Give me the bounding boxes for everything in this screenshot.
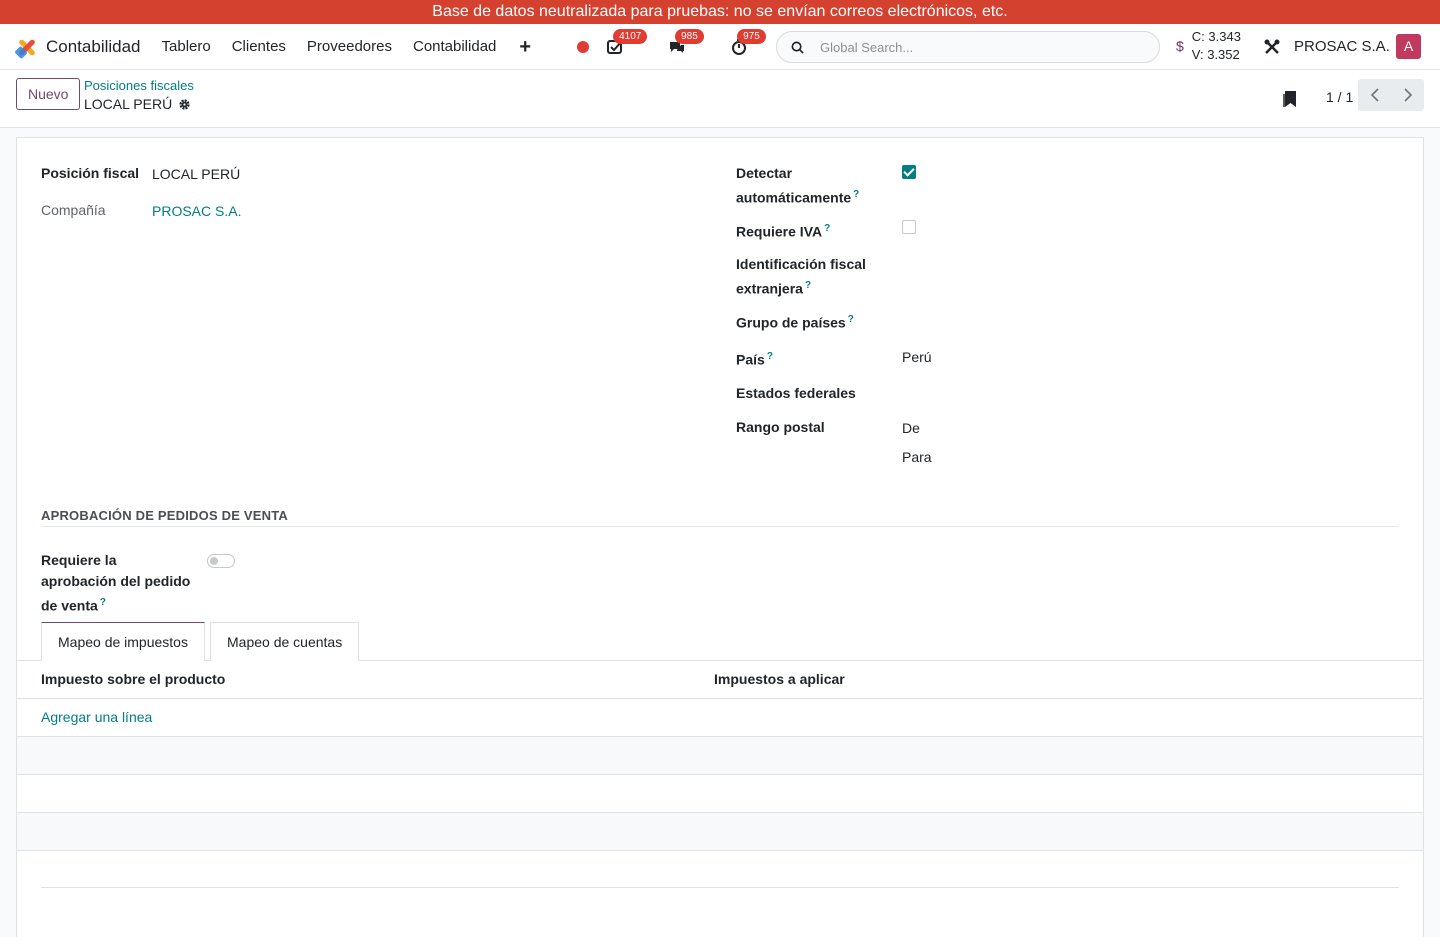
chevron-right-icon — [1403, 88, 1412, 102]
table-row — [17, 737, 1423, 775]
pager-previous-button[interactable] — [1358, 79, 1391, 111]
column-header-tax-to-apply[interactable]: Impuestos a aplicar — [714, 671, 845, 687]
vat-required-label: Requiere IVA? — [736, 223, 831, 240]
federal-states-label: Estados federales — [736, 385, 856, 401]
debug-tools-icon[interactable] — [1264, 39, 1280, 55]
notebook-tabs: Mapeo de impuestos Mapeo de cuentas — [17, 622, 1423, 661]
menu-proveedores[interactable]: Proveedores — [307, 38, 392, 55]
pager-next-button[interactable] — [1391, 79, 1424, 111]
country-group-label: Grupo de países? — [736, 314, 854, 331]
form-sheet: Posición fiscal LOCAL PERÚ Compañía PROS… — [16, 137, 1424, 937]
breadcrumb-current: LOCAL PERÚ — [84, 96, 191, 112]
top-navbar: Contabilidad Tablero Clientes Proveedore… — [0, 24, 1440, 70]
notes-divider — [41, 887, 1399, 888]
company-label: Compañía — [41, 202, 106, 218]
column-header-product-tax[interactable]: Impuesto sobre el producto — [41, 671, 225, 687]
neutralized-db-banner: Base de datos neutralizada para pruebas:… — [0, 0, 1440, 24]
tab-tax-mapping[interactable]: Mapeo de impuestos — [41, 622, 205, 661]
tab-account-mapping[interactable]: Mapeo de cuentas — [210, 622, 360, 661]
section-title-so-approval: APROBACIÓN DE PEDIDOS DE VENTA — [41, 508, 289, 523]
zip-range-label: Rango postal — [736, 419, 825, 435]
table-row — [17, 813, 1423, 851]
user-avatar[interactable]: A — [1396, 34, 1421, 59]
menu-contabilidad[interactable]: Contabilidad — [413, 38, 496, 55]
country-value[interactable]: Perú — [902, 347, 932, 368]
breadcrumb-current-label: LOCAL PERÚ — [84, 96, 173, 112]
help-tooltip-icon[interactable]: ? — [853, 189, 859, 200]
vat-required-checkbox[interactable] — [902, 220, 916, 234]
chevron-left-icon — [1370, 88, 1379, 102]
rate-venta: V: 3.352 — [1191, 47, 1240, 62]
rate-compra: C: 3.343 — [1191, 29, 1241, 44]
record-dot-icon[interactable] — [577, 40, 590, 53]
company-value-link[interactable]: PROSAC S.A. — [152, 201, 241, 222]
app-logo-icon[interactable] — [14, 37, 36, 59]
table-header: Impuesto sobre el producto Impuestos a a… — [17, 661, 1423, 699]
breadcrumb-parent[interactable]: Posiciones fiscales — [84, 78, 194, 93]
so-approval-label: Requiere la aprobación del pedido de ven… — [41, 552, 191, 614]
menu-clientes[interactable]: Clientes — [232, 38, 286, 55]
bookmark-icon[interactable] — [1283, 90, 1298, 108]
fiscal-position-value[interactable]: LOCAL PERÚ — [152, 164, 240, 185]
currency-rates[interactable]: $ C: 3.343 V: 3.352 — [1176, 28, 1241, 64]
zip-from-field[interactable]: De — [902, 418, 920, 439]
app-name[interactable]: Contabilidad — [46, 37, 141, 57]
dollar-icon: $ — [1176, 38, 1184, 54]
help-tooltip-icon[interactable]: ? — [767, 351, 773, 362]
country-label: País? — [736, 351, 773, 368]
messages-count-badge: 985 — [675, 28, 704, 44]
global-search[interactable] — [776, 31, 1160, 63]
timer-count-badge: 975 — [737, 28, 766, 44]
activities-icon[interactable]: 4107 — [605, 28, 648, 57]
help-tooltip-icon[interactable]: ? — [100, 597, 106, 608]
auto-detect-label: Detectar automáticamente? — [736, 165, 860, 206]
timer-icon[interactable]: 975 — [729, 28, 766, 57]
help-tooltip-icon[interactable]: ? — [824, 223, 830, 234]
messages-icon[interactable]: 985 — [667, 28, 704, 57]
fiscal-position-label: Posición fiscal — [41, 165, 140, 181]
company-switcher[interactable]: PROSAC S.A. — [1294, 38, 1390, 55]
gear-icon[interactable] — [178, 98, 191, 111]
help-tooltip-icon[interactable]: ? — [805, 280, 811, 291]
new-button[interactable]: Nuevo — [16, 78, 81, 110]
section-divider — [41, 526, 1399, 527]
search-icon — [791, 41, 804, 54]
help-tooltip-icon[interactable]: ? — [848, 314, 854, 325]
auto-detect-checkbox[interactable] — [902, 165, 916, 179]
quick-create-plus-icon[interactable]: + — [519, 37, 531, 57]
add-line-link[interactable]: Agregar una línea — [41, 709, 152, 725]
zip-to-field[interactable]: Para — [902, 447, 932, 468]
global-search-input[interactable] — [820, 39, 1140, 55]
so-approval-toggle[interactable] — [207, 554, 235, 568]
activities-count-badge: 4107 — [613, 28, 648, 44]
foreign-vat-label: Identificación fiscal extranjera? — [736, 256, 866, 297]
table-row — [17, 775, 1423, 813]
pager-value[interactable]: 1 / 1 — [1326, 89, 1353, 105]
table-row: Agregar una línea — [17, 699, 1423, 737]
control-panel: Nuevo Posiciones fiscales LOCAL PERÚ 1 /… — [0, 70, 1440, 128]
menu-tablero[interactable]: Tablero — [162, 38, 211, 55]
